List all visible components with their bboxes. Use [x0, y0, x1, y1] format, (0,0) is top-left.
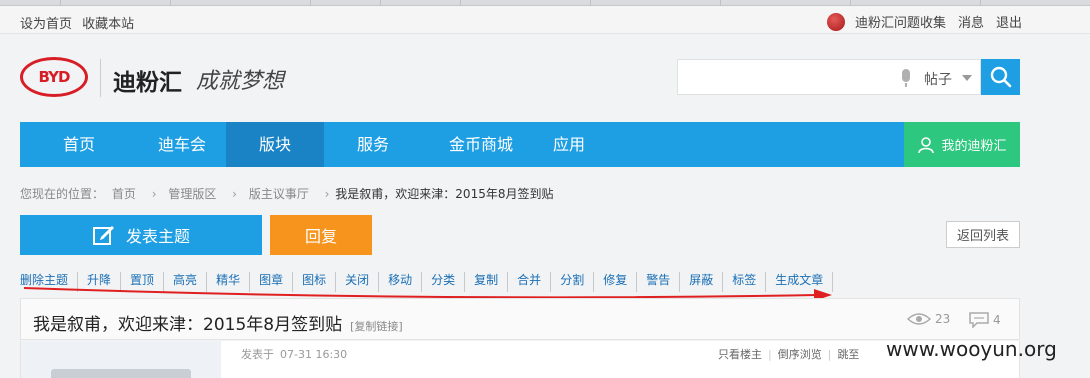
user-icon	[918, 136, 935, 153]
post-links: 只看楼主 | 倒序浏览 | 跳至	[718, 346, 865, 362]
nav-services[interactable]: 服务	[324, 122, 422, 167]
byd-logo[interactable]: BYD	[20, 57, 88, 97]
post-meta: 发表于 07-31 16:30	[241, 346, 347, 362]
posted-label: 发表于	[241, 348, 274, 361]
logo-divider	[100, 59, 101, 97]
reverse-order-link[interactable]: 倒序浏览	[778, 348, 822, 361]
thread-title: 我是叙甫，欢迎来津：2015年8月签到贴 [复制链接]	[33, 310, 403, 335]
views-count: 23	[907, 312, 950, 326]
watermark: www.wooyun.org	[886, 337, 1057, 361]
site-header: BYD 迪粉汇 成就梦想 帖子	[0, 35, 1090, 119]
views-value: 23	[935, 312, 951, 326]
breadcrumb-board[interactable]: 版主议事厅	[249, 187, 309, 201]
nav-apps[interactable]: 应用	[540, 122, 598, 167]
user-avatar[interactable]	[826, 12, 845, 31]
thread-header: 我是叙甫，欢迎来津：2015年8月签到贴 [复制链接] 23 4	[20, 298, 1020, 340]
breadcrumb-separator: ›	[324, 187, 330, 201]
site-slogan: 成就梦想	[196, 69, 285, 94]
byd-logo-text: BYD	[38, 68, 71, 86]
my-dfh-button[interactable]: 我的迪粉汇	[904, 122, 1020, 167]
top-right-user: 迪粉汇问题收集 消息 退出	[817, 12, 1022, 31]
logout-link[interactable]: 退出	[996, 12, 1022, 31]
author-avatar[interactable]	[51, 369, 191, 378]
nav-club[interactable]: 迪车会	[138, 122, 226, 167]
back-to-list-button[interactable]: 返回列表	[946, 221, 1020, 248]
edit-icon	[92, 226, 114, 245]
new-topic-label: 发表主题	[125, 227, 190, 246]
first-post: 发表于 07-31 16:30 只看楼主 | 倒序浏览 | 跳至	[20, 341, 1020, 378]
top-bar: 设为首页 收藏本站 迪粉汇问题收集 消息 退出	[0, 6, 1090, 34]
breadcrumb-separator: ›	[232, 187, 237, 201]
nav-home[interactable]: 首页	[20, 122, 138, 167]
breadcrumb-current: 我是叙甫，欢迎来津：2015年8月签到贴	[335, 187, 554, 201]
eye-icon	[907, 313, 931, 325]
main-nav: 首页 迪车会 版块 服务 金币商城 应用 我的迪粉汇	[20, 122, 1020, 167]
bookmark-link[interactable]: 收藏本站	[82, 17, 134, 32]
thread-title-text: 我是叙甫，欢迎来津：2015年8月签到贴	[33, 315, 343, 335]
link-divider: |	[768, 348, 772, 361]
jump-to-link[interactable]: 跳至	[837, 348, 859, 361]
reply-button[interactable]: 回复	[270, 215, 372, 255]
search-box: 帖子	[677, 59, 981, 95]
breadcrumb-manage[interactable]: 管理版区	[168, 187, 216, 201]
nav-mall[interactable]: 金币商城	[422, 122, 540, 167]
replies-value: 4	[993, 313, 1001, 327]
search-icon	[990, 66, 1011, 88]
breadcrumb-separator: ›	[151, 187, 157, 201]
site-name: 迪粉汇	[113, 70, 182, 96]
new-topic-button[interactable]: 发表主题	[20, 215, 262, 255]
copy-link-button[interactable]: [复制链接]	[350, 320, 403, 333]
posted-time: 07-31 16:30	[280, 348, 348, 361]
search-type-select[interactable]: 帖子	[924, 69, 952, 89]
top-left-links: 设为首页 收藏本站	[20, 13, 140, 32]
set-homepage-link[interactable]: 设为首页	[20, 17, 72, 32]
breadcrumb-prefix: 您现在的位置：	[20, 187, 105, 201]
link-divider: |	[827, 348, 832, 361]
search-button[interactable]	[981, 59, 1020, 95]
comment-icon	[969, 312, 989, 328]
messages-link[interactable]: 消息	[958, 12, 984, 31]
replies-count: 4	[969, 312, 1001, 328]
author-sidebar	[21, 341, 221, 378]
username-link[interactable]: 迪粉汇问题收集	[855, 12, 946, 31]
chevron-down-icon[interactable]	[962, 75, 972, 81]
my-dfh-label: 我的迪粉汇	[941, 139, 1007, 154]
breadcrumb-home[interactable]: 首页	[112, 187, 136, 201]
microphone-icon[interactable]	[902, 69, 910, 87]
search-input[interactable]	[686, 66, 886, 88]
nav-forums[interactable]: 版块	[226, 122, 324, 167]
breadcrumb: 您现在的位置： 首页 › 管理版区 › 版主议事厅 › 我是叙甫，欢迎来津：20…	[20, 185, 557, 202]
only-author-link[interactable]: 只看楼主	[718, 348, 762, 361]
